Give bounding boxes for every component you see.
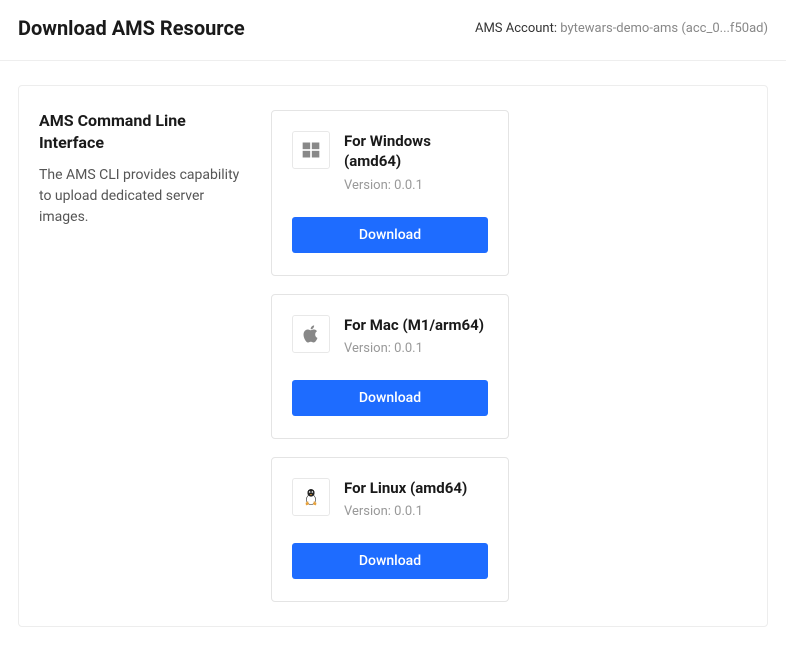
section-title: AMS Command Line Interface [39,110,251,153]
download-card-mac: For Mac (M1/arm64) Version: 0.0.1 Downlo… [271,294,509,439]
page-header: Download AMS Resource AMS Account: bytew… [0,0,786,61]
download-card-windows: For Windows (amd64) Version: 0.0.1 Downl… [271,110,509,276]
section-intro: AMS Command Line Interface The AMS CLI p… [39,110,251,602]
account-info: AMS Account: bytewars-demo-ams (acc_0...… [475,21,768,36]
card-text: For Linux (amd64) Version: 0.0.1 [344,478,488,519]
card-header: For Windows (amd64) Version: 0.0.1 [292,131,488,193]
download-button-mac[interactable]: Download [292,380,488,416]
card-title: For Windows (amd64) [344,131,488,172]
card-text: For Mac (M1/arm64) Version: 0.0.1 [344,315,488,356]
download-button-windows[interactable]: Download [292,217,488,253]
account-label: AMS Account: [475,21,557,36]
card-version: Version: 0.0.1 [344,504,488,519]
card-title: For Mac (M1/arm64) [344,315,488,335]
account-value: bytewars-demo-ams (acc_0...f50ad) [560,21,768,36]
card-version: Version: 0.0.1 [344,341,488,356]
content-area: AMS Command Line Interface The AMS CLI p… [0,61,786,651]
windows-icon [292,131,330,169]
section-description: The AMS CLI provides capability to uploa… [39,165,251,228]
download-card-linux: For Linux (amd64) Version: 0.0.1 Downloa… [271,457,509,602]
card-title: For Linux (amd64) [344,478,488,498]
card-version: Version: 0.0.1 [344,178,488,193]
linux-icon [292,478,330,516]
apple-icon [292,315,330,353]
cli-panel: AMS Command Line Interface The AMS CLI p… [18,85,768,627]
download-cards: For Windows (amd64) Version: 0.0.1 Downl… [271,110,749,602]
page-title: Download AMS Resource [18,16,245,40]
card-header: For Linux (amd64) Version: 0.0.1 [292,478,488,519]
card-text: For Windows (amd64) Version: 0.0.1 [344,131,488,193]
card-header: For Mac (M1/arm64) Version: 0.0.1 [292,315,488,356]
download-button-linux[interactable]: Download [292,543,488,579]
